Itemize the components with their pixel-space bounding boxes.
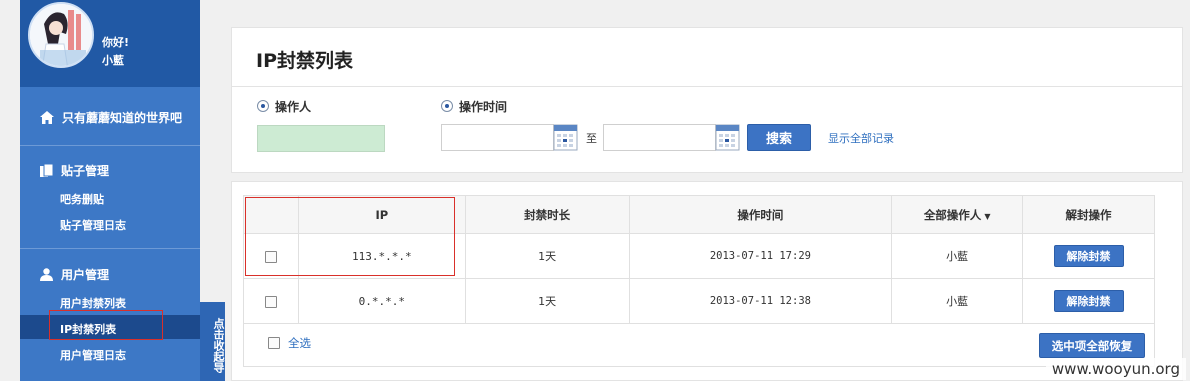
start-date-input[interactable]	[441, 124, 554, 151]
annotation-box	[245, 197, 455, 276]
row-time: 2013-07-11 17:29	[628, 233, 893, 279]
restore-selected-button[interactable]: 选中项全部恢复	[1039, 333, 1145, 358]
user-panel: 你好! 小藍	[20, 0, 200, 87]
sidebar-item-post-log[interactable]: 贴子管理日志	[60, 217, 126, 233]
table-footer: 全选 选中项全部恢复	[243, 323, 1155, 367]
home-icon	[40, 111, 54, 124]
row-operator: 小藍	[891, 233, 1024, 279]
sidebar-home-label: 只有蘑蘑知道的世界吧	[62, 111, 183, 125]
divider	[20, 145, 200, 146]
document-icon	[40, 163, 53, 177]
calendar-icon[interactable]	[715, 124, 740, 151]
sidebar-item-user-ban-list[interactable]: 用户封禁列表	[60, 295, 126, 311]
row-ip: 0.*.*.*	[297, 278, 466, 324]
to-label: 至	[586, 132, 597, 145]
unban-button[interactable]: 解除封禁	[1053, 290, 1124, 312]
time-radio-label: 操作时间	[459, 100, 508, 114]
avatar[interactable]	[28, 2, 94, 68]
row-duration: 1天	[464, 233, 630, 279]
page-header: IP封禁列表	[231, 27, 1183, 87]
col-action: 解封操作	[1022, 195, 1155, 234]
sidebar-item-user-log[interactable]: 用户管理日志	[60, 347, 126, 363]
row-operator: 小藍	[891, 278, 1024, 324]
row-duration: 1天	[464, 278, 630, 324]
col-operator-filter[interactable]: 全部操作人 ▼	[891, 195, 1024, 234]
operator-filter-label: 全部操作人	[923, 207, 982, 222]
operator-radio[interactable]	[257, 100, 269, 112]
greeting-text: 你好!	[102, 36, 130, 49]
search-button[interactable]: 搜索	[747, 124, 811, 151]
divider	[20, 248, 200, 249]
row-checkbox[interactable]	[264, 295, 277, 308]
watermark: www.wooyun.org	[1045, 358, 1186, 380]
select-all-checkbox[interactable]	[268, 337, 280, 349]
select-all-label[interactable]: 全选	[288, 335, 311, 351]
user-icon	[40, 268, 53, 281]
sidebar-item-post-delete[interactable]: 吧务删贴	[60, 191, 104, 207]
caret-down-icon: ▼	[984, 211, 991, 221]
sidebar-item-home[interactable]: 只有蘑蘑知道的世界吧	[20, 87, 200, 145]
page-title: IP封禁列表	[256, 50, 353, 72]
operator-input[interactable]	[257, 125, 385, 152]
row-time: 2013-07-11 12:38	[628, 278, 893, 324]
filter-panel: 操作人 操作时间 至 搜索 显示全部记录	[231, 87, 1183, 173]
username: 小藍	[102, 54, 124, 67]
time-radio[interactable]	[441, 100, 453, 112]
sidebar-posts-title: 贴子管理	[61, 164, 110, 178]
operator-radio-label: 操作人	[275, 100, 312, 114]
end-date-input[interactable]	[603, 124, 716, 151]
col-time: 操作时间	[628, 195, 893, 234]
calendar-icon[interactable]	[553, 124, 578, 151]
table-row: 0.*.*.* 1天 2013-07-11 12:38 小藍 解除封禁	[243, 278, 1155, 324]
show-all-link[interactable]: 显示全部记录	[828, 130, 894, 146]
sidebar-users-title: 用户管理	[61, 268, 110, 282]
collapse-sidebar-tab[interactable]: 点击收起导	[200, 302, 225, 381]
unban-button[interactable]: 解除封禁	[1053, 245, 1124, 267]
col-duration: 封禁时长	[464, 195, 630, 234]
annotation-box	[49, 310, 163, 340]
